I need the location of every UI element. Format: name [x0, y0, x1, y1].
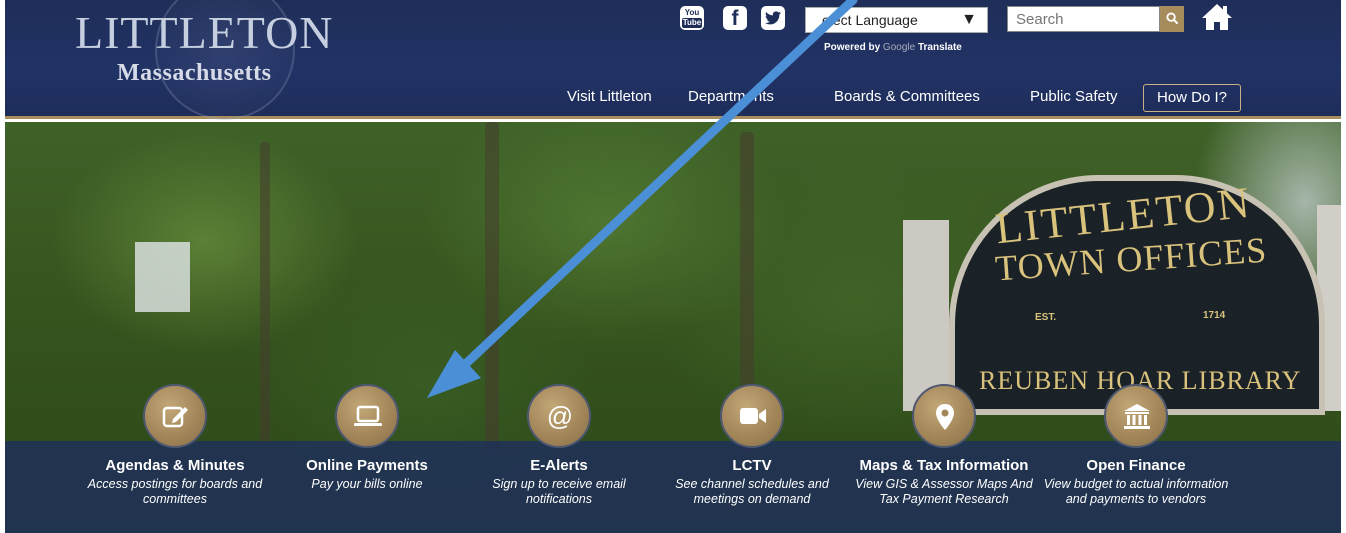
nav-departments[interactable]: Departments [688, 88, 774, 105]
bank-icon [1124, 404, 1150, 429]
home-icon [1202, 4, 1232, 30]
online-payments-button[interactable] [335, 384, 399, 448]
open-finance-desc: View budget to actual information and pa… [1043, 477, 1229, 506]
open-finance-button[interactable] [1104, 384, 1168, 448]
youtube-icon-text-bottom: Tube [682, 18, 702, 28]
maps-tax-title[interactable]: Maps & Tax Information [834, 457, 1054, 474]
google-logo-text: Google [882, 42, 916, 53]
nav-boards-committees[interactable]: Boards & Committees [834, 88, 980, 105]
sign-post-left [903, 220, 949, 411]
page: LITTLETON Massachusetts You Tube f elect… [5, 0, 1341, 533]
nav-how-do-i-button[interactable]: How Do I? [1143, 84, 1241, 112]
lctv-title[interactable]: LCTV [642, 457, 862, 474]
sign-text-year: 1714 [1203, 310, 1226, 321]
e-alerts-desc: Sign up to receive email notifications [492, 477, 626, 506]
online-payments-title[interactable]: Online Payments [257, 457, 477, 474]
agendas-minutes-desc: Access postings for boards and committee… [87, 477, 263, 506]
search-icon [1165, 12, 1178, 25]
maps-tax-button[interactable] [912, 384, 976, 448]
powered-by-prefix: Powered by [824, 42, 881, 53]
laptop-icon [354, 405, 382, 426]
language-select-value: elect Language [822, 12, 918, 28]
video-icon [740, 408, 766, 424]
edit-icon [162, 406, 188, 428]
chevron-down-icon: ▼ [961, 11, 977, 28]
site-header: LITTLETON Massachusetts You Tube f elect… [5, 0, 1341, 120]
online-payments-desc: Pay your bills online [311, 477, 423, 491]
youtube-icon-text-top: You [684, 8, 700, 17]
home-button[interactable] [1200, 2, 1234, 32]
svg-text:@: @ [547, 402, 573, 431]
tree-trunk [260, 142, 270, 442]
agendas-minutes-title[interactable]: Agendas & Minutes [65, 457, 285, 474]
sign-text-est: EST. [1035, 312, 1057, 323]
map-pin-icon [936, 404, 954, 430]
powered-by-suffix: Translate [917, 42, 962, 53]
agendas-minutes-button[interactable] [143, 384, 207, 448]
facebook-icon[interactable]: f [723, 6, 747, 30]
tree-trunk [485, 122, 499, 452]
lctv-desc: See channel schedules and meetings on de… [675, 477, 829, 506]
maps-tax-desc: View GIS & Assessor Maps And Tax Payment… [855, 477, 1033, 506]
powered-by-google-translate[interactable]: Powered by Google Translate [824, 42, 962, 53]
brand-subtitle[interactable]: Massachusetts [117, 60, 272, 87]
background-house [135, 242, 190, 312]
nav-visit-littleton[interactable]: Visit Littleton [567, 88, 652, 105]
search-button[interactable] [1160, 6, 1184, 32]
youtube-icon[interactable]: You Tube [680, 6, 704, 30]
open-finance-title[interactable]: Open Finance [1026, 457, 1246, 474]
e-alerts-button[interactable]: @ [527, 384, 591, 448]
nav-public-safety[interactable]: Public Safety [1030, 88, 1118, 105]
e-alerts-title[interactable]: E-Alerts [449, 457, 669, 474]
lctv-button[interactable] [720, 384, 784, 448]
search-input[interactable] [1007, 6, 1160, 32]
language-select[interactable]: elect Language ▼ [805, 7, 988, 33]
at-icon: @ [547, 402, 573, 431]
twitter-icon[interactable] [761, 6, 785, 30]
brand-title[interactable]: LITTLETON [75, 10, 334, 56]
